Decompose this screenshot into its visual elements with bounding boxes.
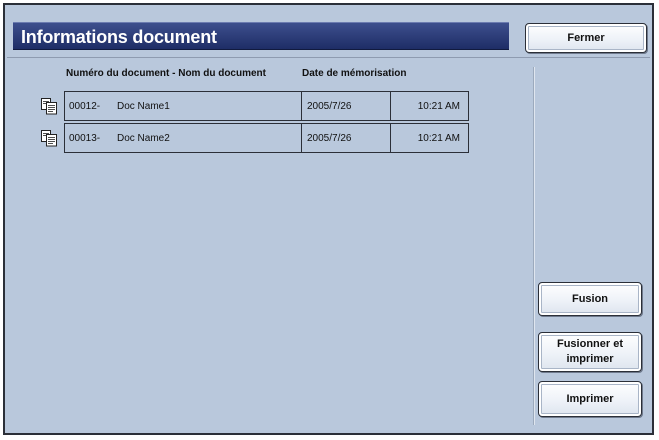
dialog-title: Informations document	[21, 27, 217, 47]
merge-and-print-label-line2: imprimer	[566, 353, 614, 365]
document-number: 00012-	[69, 101, 101, 112]
column-header-document: Numéro du document - Nom du document	[66, 68, 266, 79]
document-row[interactable]: 00013- Doc Name2 2005/7/26 10:21 AM	[64, 123, 469, 153]
action-panel-divider	[533, 67, 534, 425]
document-copy-icon	[41, 130, 57, 147]
merge-and-print-button[interactable]: Fusionner et imprimer	[538, 332, 642, 372]
close-button[interactable]: Fermer	[525, 23, 647, 53]
document-row[interactable]: 00012- Doc Name1 2005/7/26 10:21 AM	[64, 91, 469, 121]
document-number: 00013-	[69, 133, 101, 144]
title-plate: Informations document	[13, 22, 509, 50]
header-divider	[7, 57, 650, 58]
print-button[interactable]: Imprimer	[538, 381, 642, 417]
document-time: 10:21 AM	[417, 133, 460, 144]
document-copy-icon	[41, 98, 57, 115]
document-date: 2005/7/26	[307, 101, 352, 112]
merge-and-print-label: Fusionner et imprimer	[557, 337, 623, 367]
title-bar: Informations document Fermer	[7, 7, 650, 54]
cell-divider	[301, 92, 302, 120]
document-name: Doc Name1	[117, 101, 170, 112]
column-header-date: Date de mémorisation	[302, 68, 407, 79]
document-name: Doc Name2	[117, 133, 170, 144]
document-time: 10:21 AM	[417, 101, 460, 112]
fusion-button[interactable]: Fusion	[538, 282, 642, 316]
document-date: 2005/7/26	[307, 133, 352, 144]
cell-divider	[301, 124, 302, 152]
merge-and-print-label-line1: Fusionner et	[556, 338, 623, 350]
cell-divider	[390, 124, 391, 152]
cell-divider	[390, 92, 391, 120]
